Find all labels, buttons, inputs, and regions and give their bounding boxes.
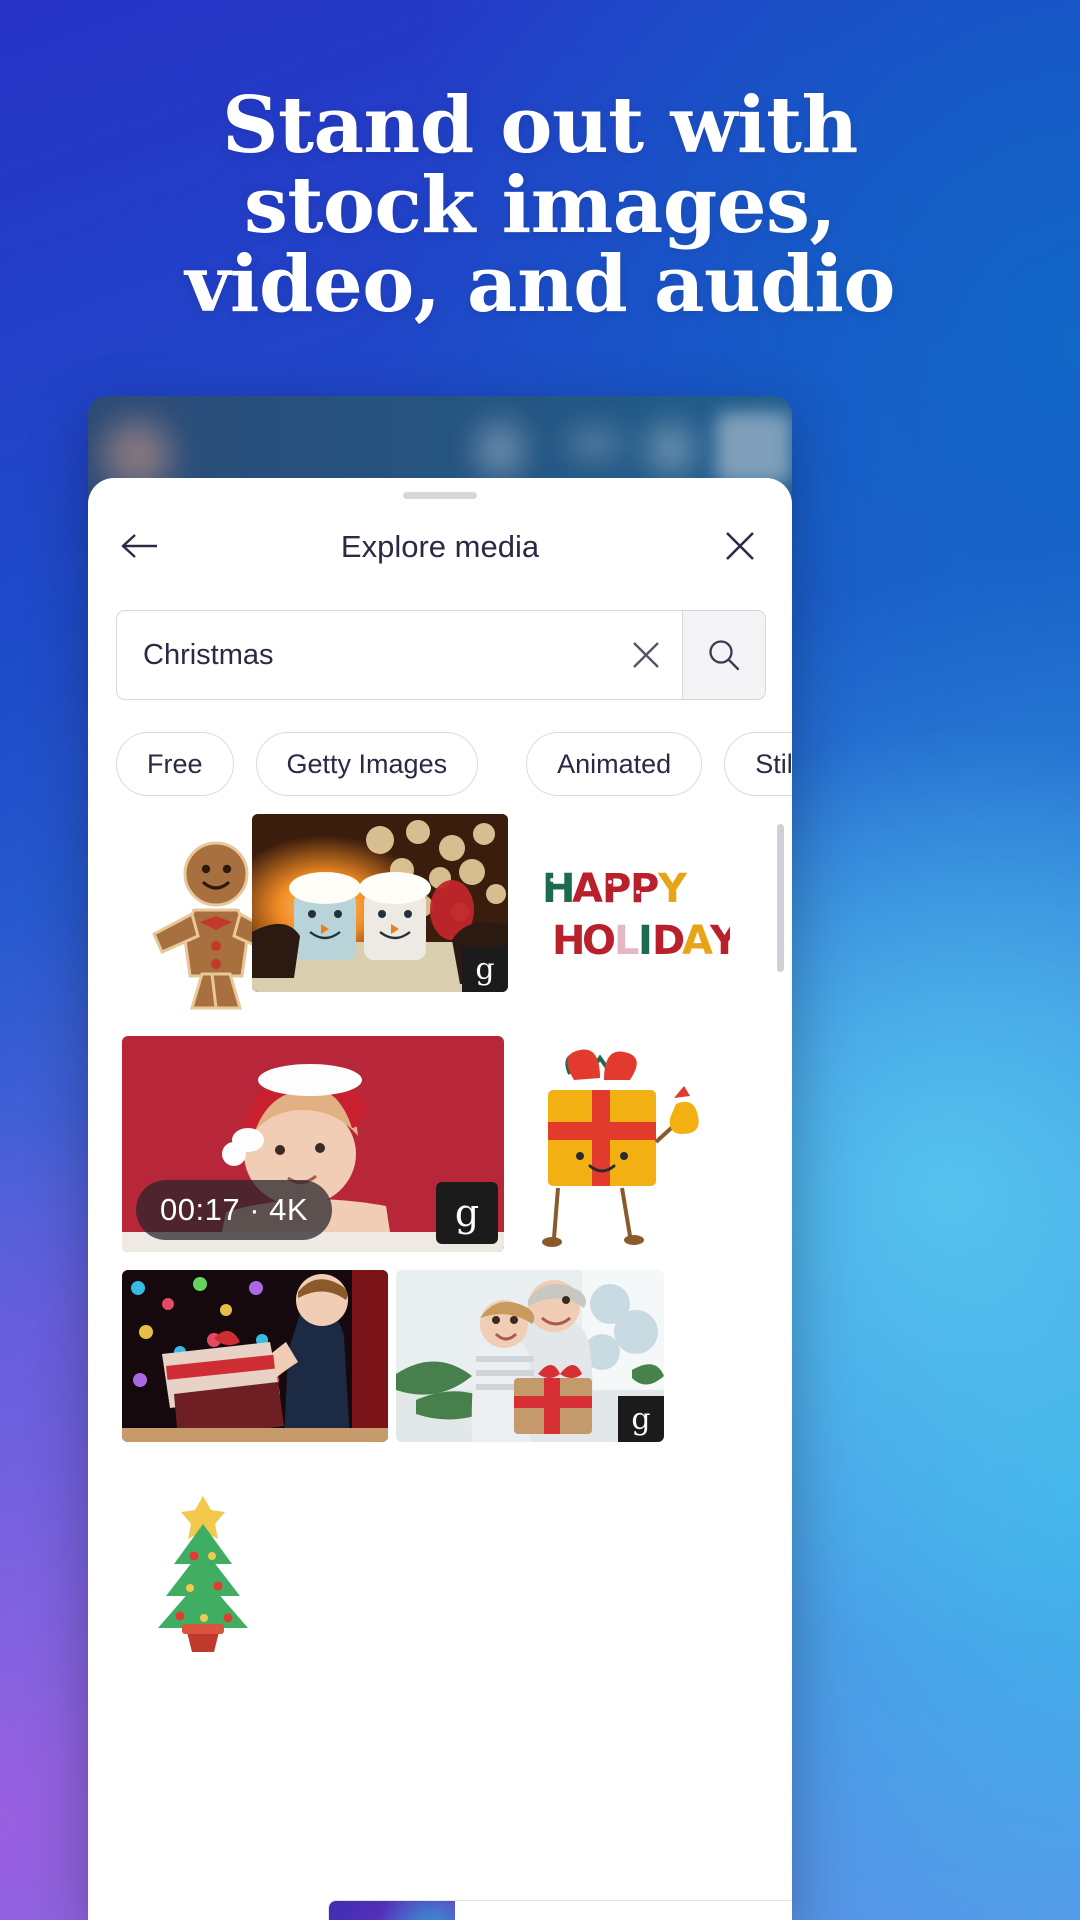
audio-metadata: Happy Christmas Short 01:12 xyxy=(455,1901,792,1920)
svg-text:A: A xyxy=(682,918,713,964)
close-icon xyxy=(726,532,754,560)
results-scrollbar[interactable] xyxy=(777,824,784,972)
media-tile-grandmother-girl-gift-photo[interactable]: g xyxy=(396,1270,664,1442)
media-tile-boy-opening-gift-photo[interactable] xyxy=(122,1270,388,1442)
headline-line-1: Stand out with xyxy=(222,80,858,171)
promo-screenshot: Stand out with stock images, video, and … xyxy=(0,0,1080,1920)
media-tile-santa-girl-video[interactable]: 00:17 · 4K g xyxy=(122,1036,504,1252)
svg-text:P: P xyxy=(602,866,631,912)
audio-thumbnail[interactable] xyxy=(329,1901,455,1920)
media-tile-happy-holidays-text-art[interactable]: H A P P Y H O L I D A Y xyxy=(540,858,730,978)
gift-box-character-icon xyxy=(542,1049,699,1247)
svg-text:I: I xyxy=(638,918,653,964)
svg-text:A: A xyxy=(572,866,603,912)
headline-line-3: video, and audio xyxy=(185,239,895,331)
blurred-icon-3 xyxy=(648,424,694,474)
boy-opening-gift-photo xyxy=(122,1270,388,1442)
happy-holidays-text-icon: H A P P Y H O L I D A Y xyxy=(542,866,730,964)
svg-text:H: H xyxy=(552,918,585,964)
explore-media-sheet: Explore media F xyxy=(88,478,792,1920)
svg-text:O: O xyxy=(582,918,616,964)
filter-chip-getty-images[interactable]: Getty Images xyxy=(255,732,479,796)
close-icon xyxy=(633,642,659,668)
getty-badge: g xyxy=(436,1182,498,1244)
media-card-audio-track[interactable]: Happy Christmas Short 01:12 xyxy=(328,1900,792,1920)
svg-text:H: H xyxy=(542,866,575,912)
filter-chip-still[interactable]: Still xyxy=(724,732,792,796)
media-tile-christmas-tree-sticker[interactable] xyxy=(136,1490,270,1658)
svg-text:L: L xyxy=(614,918,640,964)
getty-badge: g xyxy=(618,1396,664,1442)
search-input[interactable] xyxy=(117,611,610,699)
filter-chip-row: Free Getty Images Animated Still xyxy=(116,732,792,796)
blurred-icon-1 xyxy=(478,424,522,476)
close-button[interactable] xyxy=(712,518,768,574)
media-results-grid[interactable]: g H A P P Y H O L I D A Y 00:17 · 4K g g xyxy=(88,814,792,1920)
getty-badge: g xyxy=(462,946,508,992)
search-icon xyxy=(709,640,740,671)
blurred-panel xyxy=(716,412,792,484)
headline-line-2: stock images, xyxy=(243,159,837,251)
promo-headline: Stand out with stock images, video, and … xyxy=(0,86,1080,325)
sheet-header: Explore media xyxy=(88,514,792,580)
svg-text:D: D xyxy=(652,918,685,964)
filter-chip-free[interactable]: Free xyxy=(116,732,234,796)
clear-search-button[interactable] xyxy=(610,611,682,699)
svg-text:Y: Y xyxy=(657,866,688,912)
drag-handle[interactable] xyxy=(403,492,477,499)
back-button[interactable] xyxy=(112,518,168,574)
arrow-left-icon xyxy=(121,534,157,558)
search-submit-button[interactable] xyxy=(682,611,765,699)
svg-text:P: P xyxy=(630,866,659,912)
media-tile-gift-box-character-sticker[interactable] xyxy=(518,1046,710,1258)
svg-text:Y: Y xyxy=(709,918,730,964)
filter-chip-animated[interactable]: Animated xyxy=(526,732,703,796)
page-title: Explore media xyxy=(340,529,540,564)
search-bar xyxy=(116,610,766,700)
christmas-tree-icon xyxy=(158,1496,248,1652)
blurred-icon-2 xyxy=(568,432,622,456)
media-tile-hot-cocoa-mugs-photo[interactable]: g xyxy=(252,814,508,992)
video-duration-badge: 00:17 · 4K xyxy=(136,1180,333,1240)
